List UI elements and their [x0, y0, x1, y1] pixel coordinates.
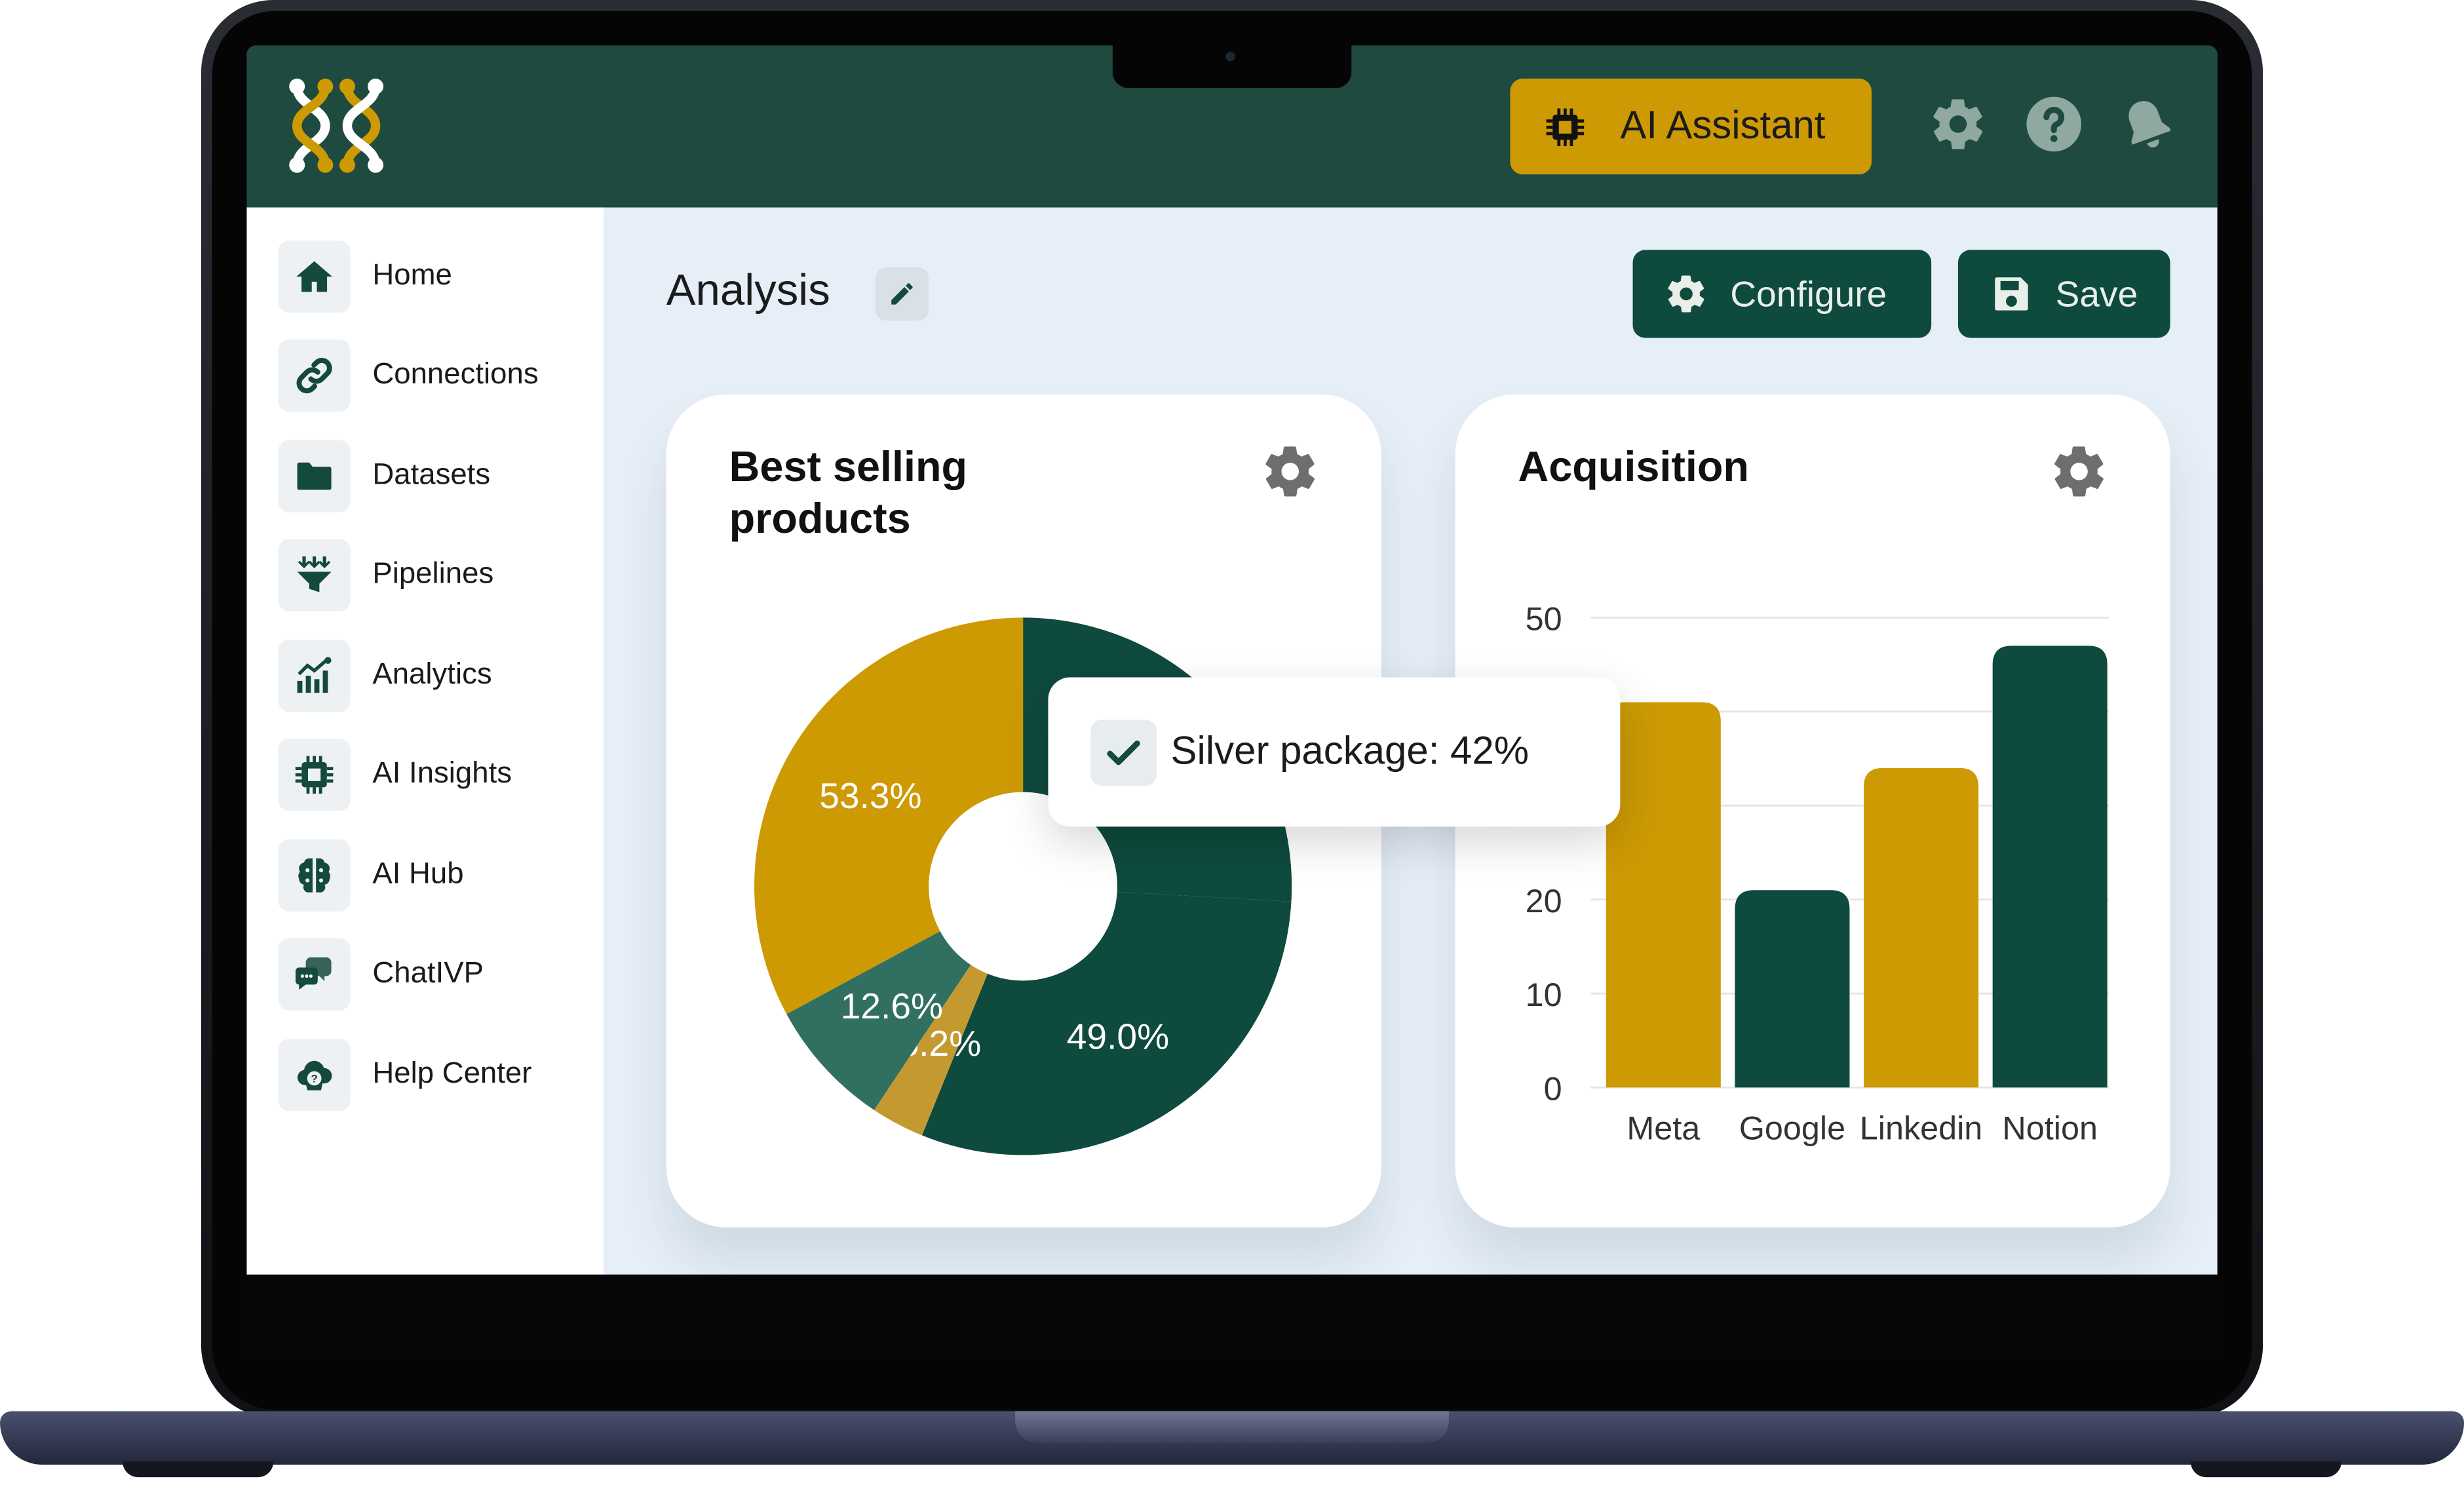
folder-icon — [297, 462, 332, 490]
save-button[interactable]: Save — [1957, 250, 2170, 338]
pie-slice-label: 49.0% — [1067, 1016, 1169, 1057]
help-cloud-icon: ? — [298, 1060, 332, 1091]
chat-icon — [296, 957, 332, 990]
page-title: Analysis — [666, 265, 830, 315]
laptop-chin — [246, 1274, 2218, 1360]
bell-icon[interactable] — [2117, 94, 2176, 154]
pie-slice-label: 12.6% — [841, 986, 943, 1026]
chip-icon — [295, 756, 334, 794]
sidebar-item-label: Help Center — [372, 1057, 532, 1091]
sidebar-item-label: Datasets — [372, 459, 491, 492]
y-tick-label: 50 — [1526, 600, 1562, 638]
bar[interactable] — [1606, 702, 1721, 1088]
sidebar-item-chativp[interactable]: ChatIVP — [278, 937, 484, 1012]
link-icon — [296, 358, 332, 394]
configure-button[interactable]: Configure — [1632, 250, 1932, 338]
configure-label: Configure — [1730, 273, 1887, 314]
pie-slice-label: 53.3% — [819, 775, 921, 816]
ai-assistant-label: AI Assistant — [1620, 104, 1826, 148]
sidebar-item-label: AI Insights — [372, 757, 512, 791]
x-tick-label: Meta — [1627, 1110, 1700, 1147]
sidebar-item-label: Pipelines — [372, 558, 494, 591]
sidebar-item-label: Connections — [372, 358, 539, 392]
y-tick-label: 20 — [1526, 882, 1562, 919]
brain-icon — [298, 858, 330, 893]
camera-icon — [1225, 52, 1235, 62]
gear-icon[interactable] — [1928, 94, 1988, 154]
sidebar-item-label: Analytics — [372, 658, 492, 692]
sidebar-item-datasets[interactable]: Datasets — [278, 438, 490, 514]
pencil-icon — [891, 283, 913, 305]
y-tick-label: 0 — [1544, 1070, 1562, 1108]
x-tick-label: Google — [1739, 1110, 1845, 1147]
sidebar-item-analytics[interactable]: Analytics — [278, 638, 492, 714]
edit-title-button[interactable] — [875, 267, 929, 321]
laptop-foot-right — [2190, 1461, 2342, 1478]
analytics-icon — [297, 657, 332, 693]
sidebar-item-label: Home — [372, 259, 452, 293]
help-icon[interactable] — [2024, 94, 2084, 154]
x-tick-label: Notion — [2002, 1110, 2098, 1147]
laptop-base-notch — [1015, 1411, 1449, 1443]
sidebar-item-home[interactable]: Home — [278, 239, 452, 314]
sidebar-item-help-center[interactable]: ? Help Center — [278, 1037, 531, 1113]
chart-tooltip: Silver package: 42% — [1048, 677, 1621, 827]
app-screen: AI Assistant Home Connections Datasets P… — [246, 45, 2218, 1275]
brand-logo[interactable] — [284, 74, 385, 178]
laptop-foot-left — [123, 1461, 274, 1478]
floppy-disk-icon — [1995, 277, 2028, 311]
laptop-mockup: AI Assistant Home Connections Datasets P… — [0, 0, 2464, 1487]
funnel-icon — [297, 556, 332, 592]
home-icon — [296, 261, 332, 292]
sidebar-item-ai-hub[interactable]: AI Hub — [278, 838, 464, 913]
check-icon[interactable] — [1090, 719, 1157, 785]
sidebar-item-label: AI Hub — [372, 858, 464, 891]
sidebar-item-label: ChatIVP — [372, 957, 484, 990]
tooltip-text: Silver package: 42% — [1170, 729, 1530, 773]
svg-text:?: ? — [311, 1072, 317, 1085]
save-label: Save — [2055, 273, 2138, 314]
y-tick-label: 10 — [1526, 976, 1562, 1013]
bar[interactable] — [1864, 767, 1979, 1088]
bar[interactable] — [1992, 646, 2108, 1088]
chip-icon — [1546, 107, 1585, 145]
gear-icon — [1668, 275, 1704, 313]
x-tick-label: Linkedin — [1860, 1110, 1983, 1147]
sidebar-item-ai-insights[interactable]: AI Insights — [278, 737, 512, 813]
ai-assistant-button[interactable]: AI Assistant — [1510, 78, 1872, 175]
sidebar: Home Connections Datasets Pipelines Anal… — [246, 207, 604, 1275]
sidebar-item-connections[interactable]: Connections — [278, 338, 539, 414]
bar[interactable] — [1735, 890, 1850, 1088]
sidebar-item-pipelines[interactable]: Pipelines — [278, 537, 493, 613]
